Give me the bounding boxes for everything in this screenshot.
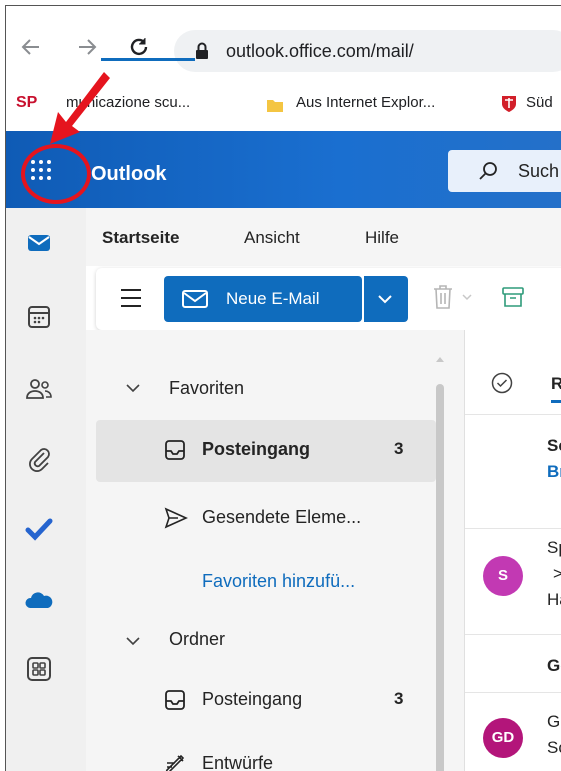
avatar: GD	[483, 718, 523, 758]
bookmark-item[interactable]: Süd	[526, 94, 553, 111]
hamburger-icon[interactable]	[120, 288, 142, 308]
address-bar[interactable]: outlook.office.com/mail/	[174, 30, 561, 72]
tab-home[interactable]: Startseite	[102, 228, 179, 248]
chevron-down-icon[interactable]	[126, 383, 140, 393]
search-placeholder: Such	[518, 161, 560, 181]
todo-icon[interactable]	[24, 514, 54, 544]
reload-icon[interactable]	[128, 36, 150, 58]
chevron-down-icon[interactable]	[126, 636, 140, 646]
message-group-header: Ge	[547, 656, 561, 675]
mail-icon[interactable]	[24, 228, 54, 258]
folder-item-inbox-favorite[interactable]: Posteingang 3	[96, 420, 436, 482]
drafts-icon	[165, 754, 185, 771]
folder-icon	[267, 100, 283, 112]
chevron-down-icon[interactable]	[462, 294, 472, 301]
crest-icon	[502, 96, 516, 112]
ribbon-tabs: Startseite Ansicht Hilfe	[86, 208, 561, 266]
inbox-icon	[165, 440, 185, 460]
bookmark-favicon-icon: SP	[16, 94, 38, 111]
message-item[interactable]: Sc Br	[465, 414, 561, 524]
back-arrow-icon[interactable]	[20, 36, 42, 58]
message-list: Re Sc Br S Sp > Ha Ge GD Gi Sc	[464, 330, 561, 771]
message-subject: Sc	[547, 738, 561, 757]
favorites-header[interactable]: Favoriten	[169, 378, 244, 399]
people-icon[interactable]	[24, 374, 54, 404]
message-item[interactable]: S Sp > Ha	[465, 528, 561, 658]
folders-header[interactable]: Ordner	[169, 629, 225, 650]
app-title[interactable]: Outlook	[91, 163, 167, 186]
folder-label: Entwürfe	[202, 753, 274, 771]
folder-item-drafts[interactable]: Entwürfe	[96, 734, 436, 771]
message-sender: Sp	[547, 538, 561, 557]
calendar-icon[interactable]	[24, 302, 54, 332]
message-preview: Ha	[547, 590, 561, 609]
scroll-thumb[interactable]	[436, 384, 444, 771]
add-favorite-label: Favoriten hinzufü...	[202, 571, 356, 591]
more-apps-icon[interactable]	[24, 654, 54, 684]
attachment-icon[interactable]	[24, 444, 54, 474]
message-sender: Gi	[547, 712, 561, 731]
new-mail-label: Neue E-Mail	[226, 289, 320, 308]
new-mail-dropdown-button[interactable]	[364, 276, 408, 322]
folder-item-inbox[interactable]: Posteingang 3	[96, 670, 436, 732]
tab-view[interactable]: Ansicht	[244, 228, 300, 248]
divider	[465, 634, 561, 635]
folder-label: Gesendete Eleme...	[202, 507, 362, 527]
folder-scrollbar[interactable]	[436, 357, 444, 771]
onedrive-icon[interactable]	[24, 586, 54, 616]
message-list-filter-tab[interactable]: Re	[551, 374, 561, 394]
archive-icon[interactable]	[502, 286, 524, 308]
lock-icon	[196, 42, 208, 59]
add-favorite-link[interactable]: Favoriten hinzufü...	[96, 552, 436, 614]
envelope-icon	[182, 290, 208, 308]
tab-help[interactable]: Hilfe	[365, 228, 399, 248]
red-arrow-icon	[50, 72, 110, 144]
search-input[interactable]: Such	[448, 150, 561, 192]
bookmark-item[interactable]: Aus Internet Explor...	[296, 94, 435, 111]
send-icon	[164, 507, 188, 529]
unread-count: 3	[394, 689, 404, 708]
active-tab-indicator	[101, 58, 195, 61]
avatar: S	[483, 556, 523, 596]
delete-icon[interactable]	[432, 284, 454, 310]
app-rail	[6, 208, 86, 771]
folder-pane: Favoriten Posteingang 3 Gesendete Eleme.…	[86, 330, 464, 771]
select-all-checkbox-icon[interactable]	[491, 372, 513, 394]
screenshot-frame: outlook.office.com/mail/ SP municazione …	[5, 5, 561, 771]
filter-tab-underline	[551, 400, 561, 403]
chevron-down-icon	[378, 295, 392, 304]
highlight-circle	[21, 144, 91, 204]
scroll-up-icon[interactable]	[436, 356, 444, 362]
message-item[interactable]: GD Gi Sc	[465, 692, 561, 771]
message-subject: >	[553, 564, 561, 584]
unread-count: 3	[394, 439, 404, 458]
search-icon	[479, 162, 497, 180]
forward-arrow-icon[interactable]	[76, 36, 98, 58]
new-mail-button[interactable]: Neue E-Mail	[164, 276, 362, 322]
folder-item-sent[interactable]: Gesendete Eleme...	[96, 488, 436, 550]
message-sender: Sc	[547, 436, 561, 455]
ribbon-toolbar: Neue E-Mail	[96, 268, 561, 330]
inbox-icon	[165, 690, 185, 710]
folder-label: Posteingang	[202, 439, 311, 459]
message-subject: Br	[547, 462, 561, 481]
folder-label: Posteingang	[202, 689, 303, 709]
url-text: outlook.office.com/mail/	[226, 41, 414, 61]
